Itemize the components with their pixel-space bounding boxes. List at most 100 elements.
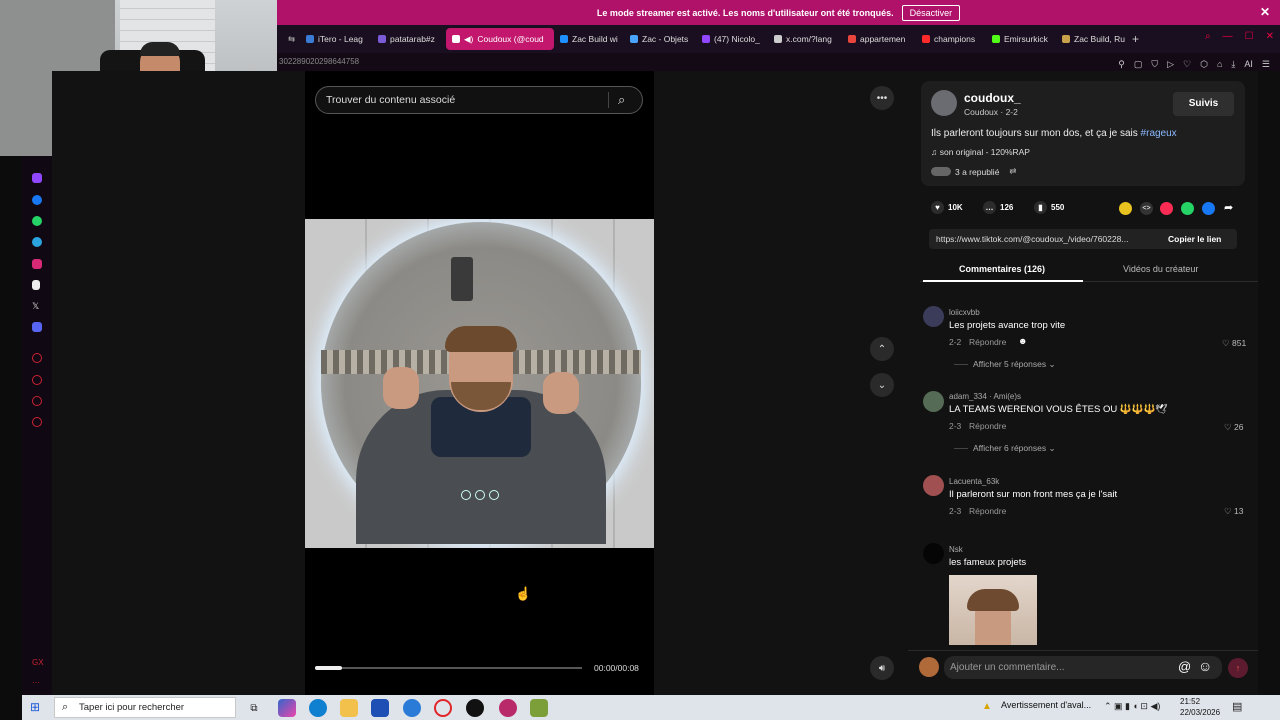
tab-zac-build[interactable]: Zac Build wi: [554, 28, 624, 50]
file-explorer-icon[interactable]: [340, 699, 358, 717]
store-icon[interactable]: [371, 699, 389, 717]
tab-itero[interactable]: iTero - Leag: [300, 28, 372, 50]
comment-author[interactable]: Lacuenta_63k: [949, 477, 999, 486]
tab-x[interactable]: x.com/?lang: [768, 28, 842, 50]
creator-username[interactable]: coudoux_: [964, 91, 1021, 105]
comment-like[interactable]: ♡ 13: [1224, 506, 1243, 517]
mail-icon[interactable]: [403, 699, 421, 717]
copy-link-button[interactable]: Copier le lien: [1168, 234, 1221, 244]
close-icon[interactable]: ✕: [1260, 5, 1270, 19]
settings-icon[interactable]: [32, 417, 42, 427]
tiktok-icon[interactable]: [32, 280, 40, 290]
progress-track[interactable]: [315, 667, 582, 669]
opera-gx-taskbar-icon[interactable]: [499, 699, 517, 717]
tab-champions[interactable]: champions: [916, 28, 986, 50]
share-link-url[interactable]: https://www.tiktok.com/@coudoux_/video/7…: [936, 234, 1128, 244]
clock-time[interactable]: 21:52: [1180, 697, 1200, 706]
volume-icon[interactable]: 🔊︎: [870, 656, 894, 680]
emoji-icon[interactable]: ☺: [1198, 658, 1212, 674]
tab-creator-videos[interactable]: Vidéos du créateur: [1123, 264, 1198, 274]
send-to-friends-icon[interactable]: [1160, 202, 1173, 215]
tab-zac-objets[interactable]: Zac - Objets: [624, 28, 696, 50]
next-video-chevron-down-icon[interactable]: ⌄: [870, 373, 894, 397]
progress-fill[interactable]: [315, 666, 342, 670]
tray-icons[interactable]: ⌃ ▣ ▮ ◖ ⊡ ◀): [1104, 701, 1160, 712]
more-options-icon[interactable]: •••: [870, 86, 894, 110]
telegram-icon[interactable]: [32, 237, 42, 247]
comment-avatar[interactable]: [923, 391, 944, 412]
whatsapp-share-icon[interactable]: [1181, 202, 1194, 215]
instagram-icon[interactable]: [32, 259, 42, 269]
page-scrollbar[interactable]: [1258, 71, 1280, 695]
comment-author[interactable]: loiicxvbb: [949, 308, 980, 317]
twitch-icon[interactable]: [32, 173, 42, 183]
hashtag-link[interactable]: #rageux: [1141, 128, 1177, 139]
tab-kick[interactable]: Emirsurkick: [986, 28, 1056, 50]
like-action[interactable]: ♥ 10K: [931, 201, 963, 214]
sound-link[interactable]: ♫ son original - 120%RAP: [931, 147, 1030, 157]
comment-author[interactable]: Nsk: [949, 545, 963, 554]
comment-author[interactable]: adam_334 · Ami(e)s: [949, 392, 1021, 401]
x-icon[interactable]: 𝕏: [32, 301, 42, 311]
opera-icon[interactable]: [434, 699, 452, 717]
more-icon[interactable]: ···: [32, 678, 42, 688]
coin-share-icon[interactable]: [1119, 202, 1132, 215]
search-tabs-icon[interactable]: ⌕: [1205, 31, 1211, 42]
discord-icon[interactable]: [32, 322, 42, 332]
comment-avatar[interactable]: [923, 475, 944, 496]
maximize-icon[interactable]: ☐: [1245, 31, 1254, 42]
player-icon[interactable]: [32, 353, 42, 363]
windows-start-icon[interactable]: ⊞: [30, 700, 40, 714]
comment-image[interactable]: [949, 575, 1037, 645]
address-bar[interactable]: 302289020298644758 ⚲ ▢ ⛉ ▷ ♡ ⬡ ⌂ ⤓ AI ☰: [277, 53, 1280, 71]
reply-button[interactable]: Répondre: [969, 421, 1006, 431]
close-window-icon[interactable]: ✕: [1266, 31, 1274, 42]
related-search-input[interactable]: Trouver du contenu associé: [315, 86, 643, 114]
embed-icon[interactable]: <>: [1140, 202, 1153, 215]
tab-coudoux[interactable]: ◀) Coudoux (@coud: [446, 28, 554, 50]
reply-button[interactable]: Répondre: [969, 337, 1006, 347]
copilot-icon[interactable]: [278, 699, 296, 717]
tab-overflow-icon[interactable]: ⇆: [282, 28, 300, 50]
tab-patatarab[interactable]: patatarab#z: [372, 28, 446, 50]
creator-avatar[interactable]: [931, 90, 957, 116]
history-icon[interactable]: [32, 375, 42, 385]
clock-date[interactable]: 22/03/2026: [1180, 708, 1220, 717]
save-action[interactable]: ▮ 550: [1034, 201, 1064, 214]
reposted-row[interactable]: 3 a republié ⇄: [931, 166, 1017, 177]
facebook-share-icon[interactable]: [1202, 202, 1215, 215]
share-arrow-icon[interactable]: ➦: [1224, 201, 1233, 214]
send-comment-button[interactable]: ↑: [1228, 658, 1248, 678]
deactivate-streamer-button[interactable]: Désactiver: [901, 4, 961, 21]
mention-icon[interactable]: @: [1178, 659, 1191, 674]
edge-icon[interactable]: [309, 699, 327, 717]
show-replies-button[interactable]: Afficher 5 réponses ⌄: [973, 359, 1056, 370]
video-frame[interactable]: [305, 219, 654, 548]
chat-icon[interactable]: [32, 396, 42, 406]
comment-avatar[interactable]: [923, 306, 944, 327]
app-icon[interactable]: [466, 699, 484, 717]
comment-avatar[interactable]: [923, 543, 944, 564]
new-tab-icon[interactable]: +: [1132, 32, 1139, 46]
previous-video-chevron-up-icon[interactable]: ⌃: [870, 337, 894, 361]
show-replies-button[interactable]: Afficher 6 réponses ⌄: [973, 443, 1056, 454]
opera-gx-icon[interactable]: GX: [32, 658, 44, 668]
search-icon[interactable]: ⌕: [618, 92, 625, 108]
my-avatar[interactable]: [919, 657, 939, 677]
tray-warning-text[interactable]: Avertissement d'aval...: [1001, 700, 1091, 710]
follow-button[interactable]: Suivis: [1173, 92, 1234, 116]
task-view-icon[interactable]: ⧉: [245, 699, 263, 717]
tab-comments[interactable]: Commentaires (126): [959, 264, 1045, 274]
minimize-icon[interactable]: —: [1223, 31, 1233, 42]
messenger-icon[interactable]: [32, 195, 42, 205]
notifications-icon[interactable]: ▤: [1232, 700, 1242, 713]
tab-appartement[interactable]: appartemen: [842, 28, 916, 50]
comment-like[interactable]: ♡ 851: [1222, 338, 1246, 349]
tab-twitch-nicolo[interactable]: (47) Nicolo_: [696, 28, 768, 50]
notepad-icon[interactable]: [530, 699, 548, 717]
taskbar-search-input[interactable]: ⌕ Taper ici pour rechercher: [54, 697, 236, 718]
whatsapp-icon[interactable]: [32, 216, 42, 226]
comment-like[interactable]: ♡ 26: [1224, 422, 1243, 433]
reply-button[interactable]: Répondre: [969, 506, 1006, 516]
tab-zac-build-runes[interactable]: Zac Build, Ru: [1056, 28, 1128, 50]
